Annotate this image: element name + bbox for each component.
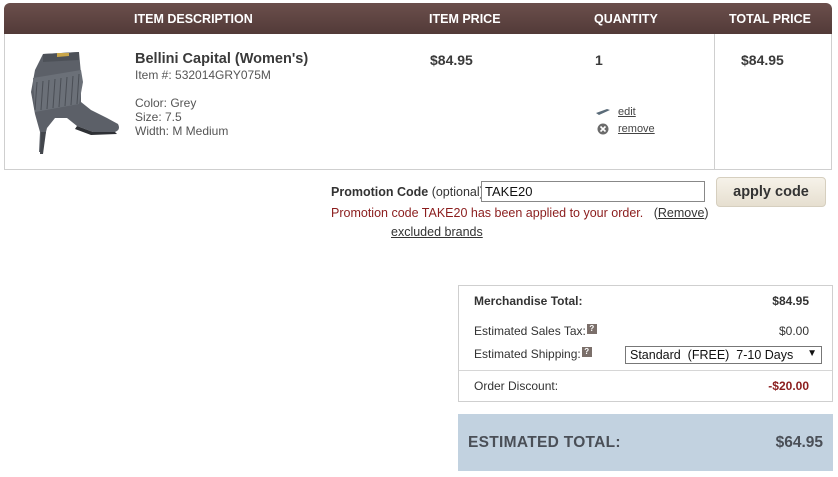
shipping-selected-value: Standard (FREE) 7-10 Days bbox=[630, 348, 794, 362]
merchandise-total-value: $84.95 bbox=[772, 294, 809, 308]
paren-close: ) bbox=[704, 206, 709, 220]
cart-item-row: Bellini Capital (Women's) Item #: 532014… bbox=[4, 34, 832, 170]
promo-remove-wrapper: (Remove) bbox=[647, 206, 709, 220]
shipping-method-select[interactable]: Standard (FREE) 7-10 Days ▼ bbox=[625, 346, 822, 364]
merchandise-total-label: Merchandise Total: bbox=[474, 294, 583, 308]
header-total-price: TOTAL PRICE bbox=[729, 12, 811, 26]
sales-tax-row: Estimated Sales Tax:? bbox=[474, 324, 597, 338]
shipping-help-icon[interactable]: ? bbox=[581, 347, 592, 357]
order-summary: Merchandise Total: $84.95 Estimated Sale… bbox=[458, 285, 833, 402]
item-quantity: 1 bbox=[595, 52, 603, 68]
promo-code-input[interactable] bbox=[481, 181, 705, 202]
shipping-row: Estimated Shipping:? bbox=[474, 347, 592, 361]
promo-applied-message: Promotion code TAKE20 has been applied t… bbox=[331, 206, 709, 220]
tax-help-icon[interactable]: ? bbox=[586, 324, 597, 334]
estimated-total-label: ESTIMATED TOTAL: bbox=[468, 434, 621, 451]
order-discount-label: Order Discount: bbox=[474, 379, 559, 393]
excluded-brands-link[interactable]: excluded brands bbox=[391, 225, 483, 239]
apply-code-button[interactable]: apply code bbox=[716, 177, 826, 207]
item-total-price: $84.95 bbox=[741, 52, 784, 68]
edit-label[interactable]: edit bbox=[618, 106, 636, 118]
promo-label-bold: Promotion Code bbox=[331, 185, 429, 199]
sales-tax-label: Estimated Sales Tax: bbox=[474, 324, 586, 338]
estimated-total-value: $64.95 bbox=[775, 434, 823, 451]
promo-message-text: Promotion code TAKE20 has been applied t… bbox=[331, 206, 644, 220]
remove-label[interactable]: remove bbox=[618, 123, 655, 135]
promo-code-label: Promotion Code (optional): bbox=[331, 185, 487, 199]
product-size: Size: 7.5 bbox=[135, 110, 182, 124]
edit-item-link[interactable]: edit bbox=[596, 106, 636, 118]
promo-label-optional: (optional): bbox=[428, 185, 488, 199]
remove-x-icon bbox=[597, 123, 609, 135]
product-image[interactable] bbox=[21, 52, 123, 176]
header-item-description: ITEM DESCRIPTION bbox=[134, 12, 253, 26]
shipping-label: Estimated Shipping: bbox=[474, 347, 581, 361]
estimated-total-bar: ESTIMATED TOTAL: $64.95 bbox=[458, 414, 833, 471]
cart-table-header: ITEM DESCRIPTION ITEM PRICE QUANTITY TOT… bbox=[4, 3, 832, 34]
item-price: $84.95 bbox=[430, 52, 473, 68]
header-quantity: QUANTITY bbox=[594, 12, 658, 26]
product-name[interactable]: Bellini Capital (Women's) bbox=[135, 51, 308, 67]
summary-divider bbox=[459, 370, 832, 371]
product-color: Color: Grey bbox=[135, 96, 197, 110]
column-divider bbox=[714, 34, 715, 169]
sales-tax-value: $0.00 bbox=[778, 324, 809, 338]
pencil-icon bbox=[596, 109, 610, 115]
promo-remove-link[interactable]: Remove bbox=[658, 206, 705, 220]
order-discount-value: -$20.00 bbox=[768, 379, 809, 393]
dropdown-arrow-icon: ▼ bbox=[807, 348, 817, 359]
header-item-price: ITEM PRICE bbox=[429, 12, 501, 26]
remove-item-link[interactable]: remove bbox=[596, 123, 655, 135]
product-width: Width: M Medium bbox=[135, 124, 229, 138]
product-item-number: Item #: 532014GRY075M bbox=[135, 68, 271, 82]
